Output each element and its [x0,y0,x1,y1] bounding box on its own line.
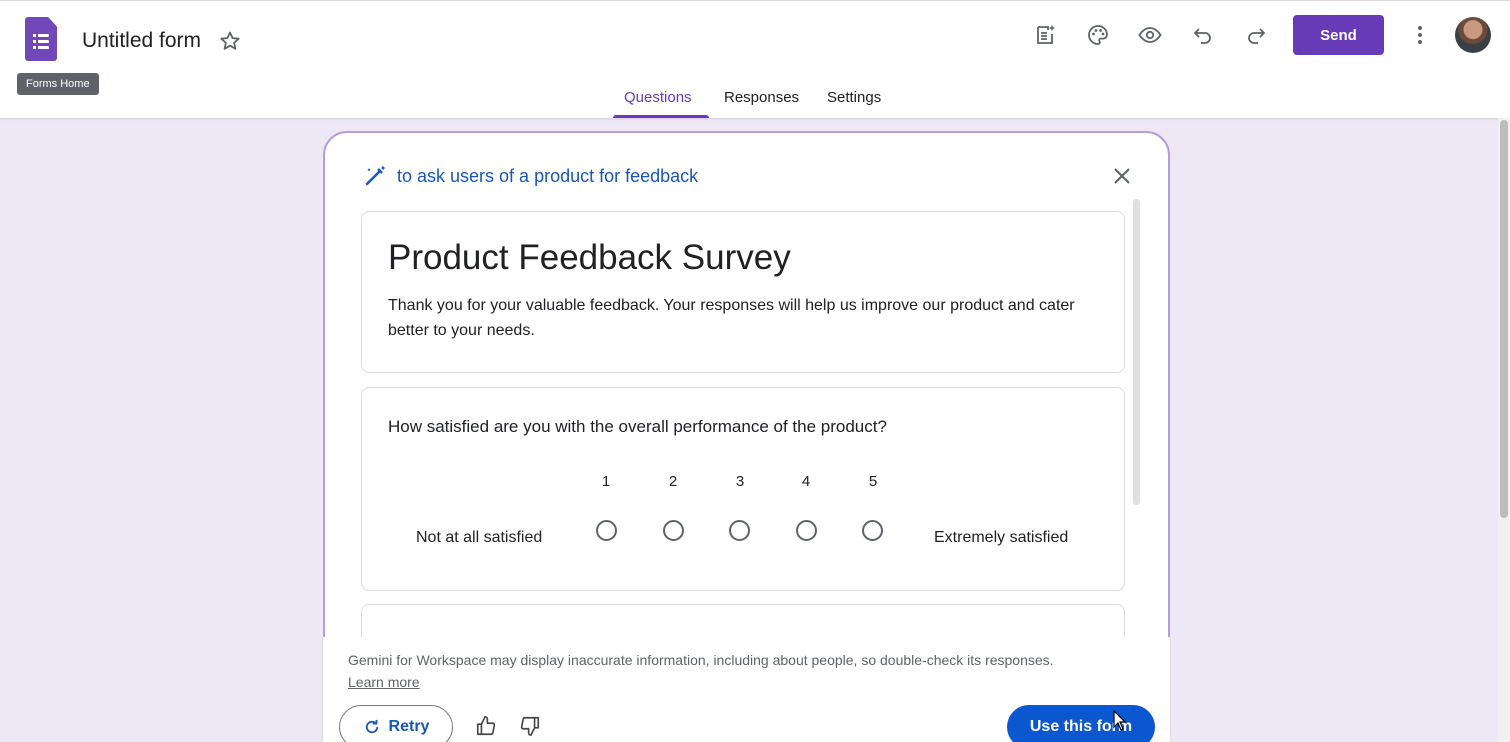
magic-pen-icon [365,165,386,186]
disclaimer-text: Gemini for Workspace may display inaccur… [348,652,1054,668]
prompt-text: to ask users of a product for feedback [397,165,699,186]
scale-number: 2 [668,473,678,490]
radio-option-5[interactable] [862,520,883,541]
gemini-footer: Gemini for Workspace may display inaccur… [322,637,1171,742]
panel-scrollbar[interactable] [1133,199,1140,505]
tab-bar: Questions Responses Settings [0,79,1510,119]
scale-number: 3 [735,473,745,490]
eye-icon[interactable] [1138,23,1162,47]
redo-icon[interactable] [1244,23,1268,47]
tab-settings[interactable]: Settings [827,89,881,106]
survey-description: Thank you for your valuable feedback. Yo… [388,297,1075,339]
question-text: How satisfied are you with the overall p… [388,417,887,436]
scale-low-label: Not at all satisfied [416,529,543,546]
scale-high-label: Extremely satisfied [934,529,1069,546]
survey-title: Product Feedback Survey [388,238,791,277]
scale-number: 1 [601,473,611,490]
undo-icon[interactable] [1191,23,1215,47]
form-header-card: Product Feedback Survey Thank you for yo… [361,211,1125,373]
radio-option-3[interactable] [729,520,750,541]
forms-logo-icon[interactable] [25,17,57,61]
radio-option-1[interactable] [596,520,617,541]
question-card: How satisfied are you with the overall p… [361,387,1125,591]
send-button[interactable]: Send [1293,15,1384,55]
avatar[interactable] [1455,17,1491,53]
tab-responses[interactable]: Responses [724,89,799,106]
more-vert-icon[interactable] [1408,23,1432,47]
palette-icon[interactable] [1086,23,1110,47]
thumbs-up-icon[interactable] [475,715,497,737]
refresh-icon [365,719,378,734]
thumbs-down-icon[interactable] [519,715,541,737]
learn-more-link[interactable]: Learn more [348,674,420,690]
customize-theme-ai-icon[interactable] [1033,23,1057,47]
page-scrollbar-thumb[interactable] [1500,120,1508,518]
scale-number: 5 [868,473,878,490]
scale-number: 4 [801,473,811,490]
radio-option-2[interactable] [663,520,684,541]
mouse-cursor-icon [1113,710,1127,731]
retry-label: Retry [388,718,430,735]
form-title[interactable]: Untitled form [82,29,201,53]
app-header: Untitled form Forms Home Send Questions … [0,0,1510,118]
tab-questions[interactable]: Questions [624,89,692,106]
active-tab-indicator [613,115,709,118]
star-icon[interactable] [218,29,242,53]
use-this-form-button[interactable]: Use this form [1007,705,1155,742]
prompt-row: to ask users of a product for feedback [363,163,698,189]
close-icon[interactable] [1110,164,1134,188]
radio-option-4[interactable] [796,520,817,541]
retry-button[interactable]: Retry [339,705,453,742]
page-scrollbar[interactable] [1498,118,1510,742]
